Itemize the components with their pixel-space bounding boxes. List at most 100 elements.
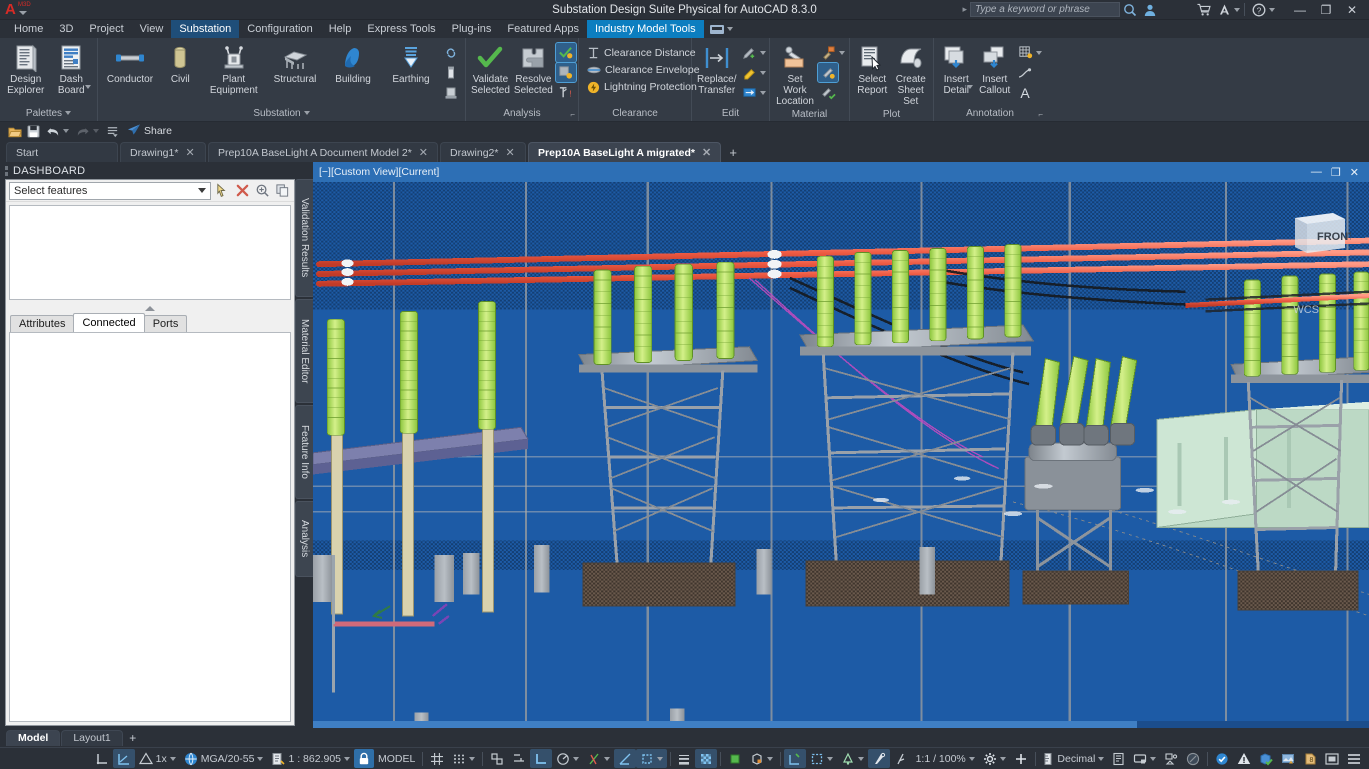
dashboard-dropdown-caret[interactable] <box>85 85 91 89</box>
quick-properties-toggle[interactable] <box>1108 749 1129 768</box>
pole-icon[interactable] <box>441 63 461 82</box>
transparency-toggle[interactable] <box>695 749 718 768</box>
annotation-scale-selector[interactable]: 1 : 862.905 <box>267 749 354 768</box>
chevron-down-icon[interactable] <box>839 50 845 55</box>
isolate-objects-toggle[interactable] <box>890 749 912 768</box>
ribbon-tab-express-tools[interactable]: Express Tools <box>359 20 443 38</box>
swap-block-icon[interactable] <box>739 83 759 102</box>
ribbon-tab-industry-model-tools[interactable]: Industry Model Tools <box>586 20 704 38</box>
autodesk-account-icon[interactable] <box>1214 1 1234 19</box>
chevron-down-icon[interactable] <box>469 756 475 761</box>
material-apply-icon[interactable] <box>818 43 838 62</box>
resolve-selected-button[interactable]: Resolve Selected <box>513 41 554 98</box>
help-icon[interactable]: ? <box>1249 1 1269 19</box>
account-dropdown-caret[interactable] <box>1234 7 1240 12</box>
viewport-config-button[interactable] <box>1160 749 1182 768</box>
palette-grip[interactable] <box>5 165 8 176</box>
tab-ports[interactable]: Ports <box>143 315 188 332</box>
grid-mode-toggle[interactable] <box>426 749 448 768</box>
chevron-down-icon[interactable] <box>857 756 864 761</box>
grid-display-toggle[interactable] <box>112 749 135 768</box>
close-icon[interactable]: ✕ <box>505 146 514 159</box>
layout-tab-model[interactable]: Model <box>6 729 61 746</box>
text-style-icon[interactable]: A <box>1015 83 1035 102</box>
snap-mode-toggle[interactable] <box>448 749 479 768</box>
dashboard-button[interactable]: Dash Board <box>50 41 94 98</box>
search-input[interactable]: Type a keyword or phrase <box>970 2 1120 17</box>
tab-connected[interactable]: Connected <box>73 313 145 332</box>
annotation-monitor-toggle[interactable] <box>783 749 806 768</box>
chevron-down-icon[interactable] <box>169 756 176 761</box>
chevron-down-icon[interactable] <box>572 756 579 761</box>
earthing-button[interactable]: Earthing <box>383 41 439 87</box>
palette-splitter[interactable] <box>6 303 294 313</box>
select-features-combo[interactable]: Select features <box>9 181 211 200</box>
isolate-view-button[interactable] <box>1182 749 1204 768</box>
pick-features-icon[interactable] <box>214 182 231 200</box>
ribbon-tab-view[interactable]: View <box>132 20 172 38</box>
dynamic-input-toggle[interactable] <box>508 749 530 768</box>
viewcube[interactable]: FRONT <box>1289 204 1355 260</box>
share-button[interactable]: Share <box>123 123 176 139</box>
add-tool-button[interactable] <box>1010 749 1032 768</box>
selection-filter-toggle[interactable] <box>806 749 837 768</box>
ortho-mode-toggle[interactable] <box>529 749 552 768</box>
new-document-tab-button[interactable]: + <box>723 142 743 162</box>
viewport-minimize-button[interactable]: — <box>1311 166 1322 178</box>
scrollbar-thumb[interactable] <box>313 721 1137 728</box>
ribbon-tab-help[interactable]: Help <box>321 20 360 38</box>
ribbon-display-options[interactable] <box>704 20 739 38</box>
chevron-down-icon[interactable] <box>760 90 767 95</box>
qat-dropdown-caret[interactable] <box>19 10 27 15</box>
coordinate-system-selector[interactable]: MGA/20-55 <box>180 749 268 768</box>
ribbon-tab-project[interactable]: Project <box>81 20 131 38</box>
annotation-scale-percent[interactable]: 1:1 / 100% <box>912 749 979 768</box>
viewport-close-button[interactable]: ✕ <box>1350 166 1359 179</box>
side-tab-feature-info[interactable]: Feature Info <box>295 405 313 499</box>
ucs-icon-toggle[interactable] <box>837 749 868 768</box>
validate-settings-icon[interactable] <box>554 42 577 63</box>
workspace-switch[interactable] <box>867 749 890 768</box>
hardware-accel-toggle[interactable] <box>1129 749 1160 768</box>
chevron-down-icon[interactable] <box>1150 756 1157 761</box>
plant-equipment-button[interactable]: Plant Equipment <box>203 41 265 98</box>
create-sheet-set-button[interactable]: Create Sheet Set <box>893 41 930 109</box>
insert-detail-dropdown-caret[interactable] <box>966 85 973 89</box>
resolve-settings-icon[interactable] <box>554 62 577 83</box>
fullscreen-toggle[interactable] <box>1321 749 1343 768</box>
close-icon[interactable]: ✕ <box>185 146 194 159</box>
clear-selection-icon[interactable] <box>234 182 251 200</box>
insert-callout-button[interactable]: Insert Callout <box>977 41 1014 98</box>
close-button[interactable]: ✕ <box>1339 0 1365 20</box>
chevron-down-icon[interactable] <box>603 756 610 761</box>
chevron-down-icon[interactable] <box>656 756 663 761</box>
leader-icon[interactable] <box>1015 63 1035 82</box>
validation-status-indicator[interactable] <box>1255 749 1277 768</box>
chevron-down-icon[interactable] <box>1036 50 1042 55</box>
object-snap-toggle[interactable] <box>613 749 636 768</box>
user-account-icon[interactable] <box>1140 1 1160 19</box>
undo-dropdown-caret[interactable] <box>63 129 69 133</box>
chevron-down-icon[interactable] <box>760 70 767 75</box>
side-tab-analysis[interactable]: Analysis <box>295 501 313 577</box>
settings-button[interactable] <box>979 749 1010 768</box>
connected-pane[interactable] <box>9 332 291 722</box>
chevron-down-icon[interactable] <box>760 50 767 55</box>
help-dropdown-caret[interactable] <box>1269 7 1275 12</box>
chevron-down-icon[interactable] <box>344 756 351 761</box>
object-snap-tracking-toggle[interactable] <box>583 749 614 768</box>
link-icon[interactable] <box>441 43 461 62</box>
undo-icon[interactable] <box>44 123 61 139</box>
replace-transfer-button[interactable]: Replace/ Transfer <box>696 41 737 98</box>
clean-screen-toggle[interactable] <box>1211 749 1233 768</box>
new-layout-button[interactable]: + <box>124 730 142 746</box>
annotation-dialog-launcher[interactable]: ⌐ <box>1038 110 1043 119</box>
customization-menu-button[interactable] <box>1343 749 1365 768</box>
search-expand-arrow[interactable]: ▸ <box>962 4 967 15</box>
doc-tab-start[interactable]: Start <box>6 142 118 162</box>
minimize-button[interactable]: — <box>1287 0 1313 20</box>
chevron-down-icon[interactable] <box>1098 756 1105 761</box>
copy-features-icon[interactable] <box>274 182 291 200</box>
table-icon[interactable] <box>1015 43 1035 62</box>
material-check-icon[interactable] <box>818 83 838 102</box>
